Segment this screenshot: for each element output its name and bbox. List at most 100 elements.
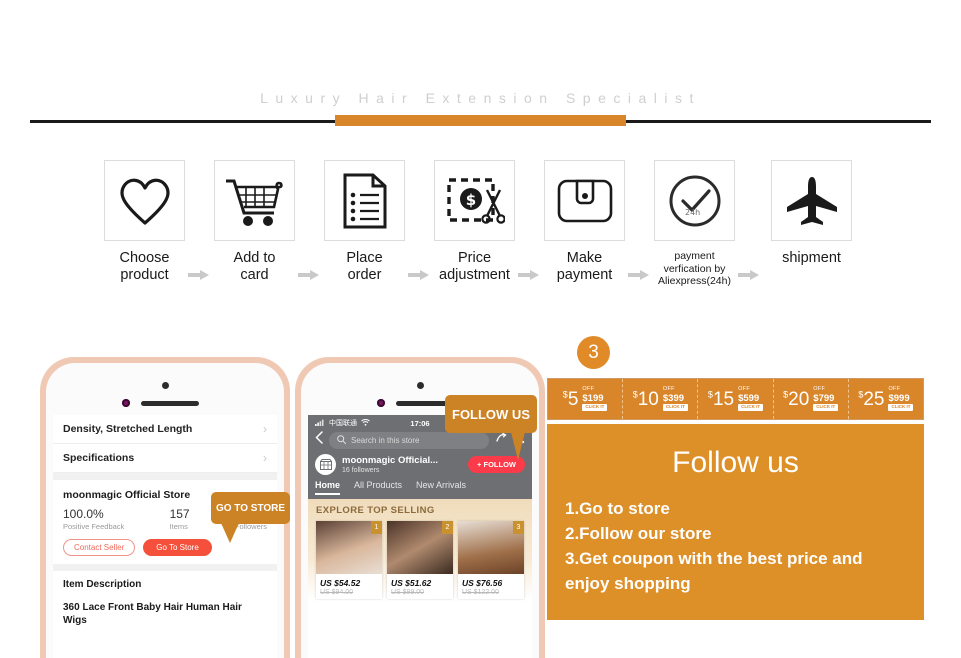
back-icon[interactable] [315, 431, 323, 449]
step-label: Place order [346, 250, 383, 283]
product-image: 3 [458, 521, 524, 574]
step-price-adjustment: $ Price adjustment [432, 160, 517, 284]
product-original-price: US $89.00 [391, 589, 425, 596]
store-text: moonmagic Official... 16 followers [342, 455, 438, 474]
step-choose-product: Choose product [102, 160, 187, 284]
item-description: Item Description 360 Lace Front Baby Hai… [53, 571, 277, 627]
step-label: Price adjustment [439, 250, 510, 283]
rank-badge: 3 [513, 521, 524, 534]
top-selling-section: EXPLORE TOP SELLING 1 US $54.52 US $94.0… [308, 499, 532, 599]
coupon-off-label: OFF [888, 386, 901, 393]
coupon-item[interactable]: $5 OFF $199 CLICK IT [548, 379, 624, 419]
coupon-min-spend: $599 [738, 392, 760, 404]
coupon-item[interactable]: $20 OFF $799 CLICK IT [774, 379, 849, 419]
coupon-amount: $25 [858, 388, 885, 410]
follow-step: 2.Follow our store [565, 524, 712, 543]
coupon-amount: $20 [783, 388, 810, 410]
follow-us-steps: 1.Go to store 2.Follow our store 3.Get c… [547, 496, 924, 596]
coupon-amount: $15 [707, 388, 735, 410]
coupon-cta[interactable]: CLICK IT [738, 404, 764, 411]
coupon-off-label: OFF [662, 386, 675, 393]
arrow-icon [518, 270, 540, 280]
step-badge-3: 3 [577, 336, 610, 369]
product-card[interactable]: 3 US $76.56 US $122.00 [458, 521, 524, 599]
coupon-cta[interactable]: CLICK IT [813, 404, 839, 411]
step-label: Choose product [119, 250, 170, 283]
product-card[interactable]: 1 US $54.52 US $94.00 [316, 521, 382, 599]
phone1-screen: Density, Stretched Length › Specificatio… [53, 415, 277, 658]
list-item[interactable]: Specifications › [53, 444, 277, 473]
coupon-off-label: OFF [738, 386, 750, 393]
store-avatar [315, 454, 336, 475]
order-steps: Choose product Add to card Place order $… [0, 160, 961, 300]
follow-step: enjoy shopping [565, 574, 691, 593]
coupon-min-spend: $199 [582, 392, 604, 404]
step-label: shipment [782, 250, 841, 266]
document-icon [324, 160, 405, 241]
chevron-right-icon: › [263, 422, 267, 436]
store-tabs: Home All Products New Arrivals [308, 480, 532, 499]
follow-step: 1.Go to store [565, 499, 670, 518]
section-divider [53, 564, 277, 571]
step-label: Make payment [556, 250, 613, 283]
coupon-item[interactable]: $10 OFF $399 CLICK IT [623, 379, 699, 419]
arrow-icon [188, 270, 210, 280]
coupon-off-label: OFF [813, 386, 826, 393]
tab-home[interactable]: Home [315, 480, 341, 495]
go-to-store-tooltip: GO TO STORE [211, 492, 290, 543]
contact-seller-button[interactable]: Contact Seller [63, 539, 136, 556]
page-subtitle: Luxury Hair Extension Specialist [260, 90, 701, 106]
tab-new-arrivals[interactable]: New Arrivals [416, 480, 466, 495]
step-place-order: Place order [322, 160, 407, 284]
tab-all-products[interactable]: All Products [354, 480, 402, 495]
arrow-icon [738, 270, 760, 280]
share-icon[interactable] [495, 431, 507, 449]
price-cut-icon: $ [434, 160, 515, 241]
coupon-item[interactable]: $15 OFF $599 CLICK IT [698, 379, 774, 419]
tooltip-tail [221, 523, 239, 543]
product-price: US $76.56 [462, 578, 503, 588]
step-label: payment verfication by Aliexpress(24h) [658, 250, 731, 287]
coupon-cta[interactable]: CLICK IT [888, 404, 914, 411]
coupon-cta[interactable]: CLICK IT [582, 404, 608, 411]
coupon-min-spend: $999 [888, 392, 910, 404]
coupon-bar: $5 OFF $199 CLICK IT $10 OFF $399 CLICK … [547, 378, 924, 420]
phone-sensor-icon [122, 399, 130, 407]
follow-us-tooltip: FOLLOW US [445, 395, 537, 460]
phone-camera-icon [162, 382, 169, 389]
airplane-icon [771, 160, 852, 241]
go-to-store-button[interactable]: Go To Store [143, 539, 212, 556]
product-price: US $51.62 [391, 578, 432, 588]
page-title: HOW TO ORDER [235, 33, 726, 93]
search-input[interactable]: Search in this store [329, 431, 489, 449]
step-payment-verification: 24h payment verfication by Aliexpress(24h) [652, 160, 737, 288]
phone2-screen: 中国联通 17:06 Search in this store moonmagi… [308, 415, 532, 658]
wallet-icon [544, 160, 625, 241]
stat-items: 157 Items [169, 507, 190, 531]
coupon-details: OFF $199 CLICK IT [582, 386, 608, 411]
row-label: Density, Stretched Length [63, 423, 193, 435]
store-name: moonmagic Official... [342, 455, 439, 466]
coupon-off-label: OFF [582, 386, 595, 393]
cart-icon [214, 160, 295, 241]
product-price: US $54.52 [320, 578, 361, 588]
product-image: 2 [387, 521, 453, 574]
product-original-price: US $122.00 [462, 589, 499, 596]
phone-speaker [141, 401, 199, 406]
coupon-details: OFF $799 CLICK IT [813, 386, 839, 411]
step-add-to-card: Add to card [212, 160, 297, 284]
divider-accent-bar [335, 115, 626, 126]
coupon-item[interactable]: $25 OFF $999 CLICK IT [849, 379, 923, 419]
item-description-heading: Item Description [63, 579, 142, 590]
product-card[interactable]: 2 US $51.62 US $89.00 [387, 521, 453, 599]
coupon-cta[interactable]: CLICK IT [662, 404, 688, 411]
coupon-details: OFF $399 CLICK IT [662, 386, 688, 411]
step-shipment: shipment [769, 160, 854, 267]
coupon-amount: $5 [562, 388, 579, 410]
list-item[interactable]: Density, Stretched Length › [53, 415, 277, 444]
row-label: Specifications [63, 452, 135, 464]
follow-step: 3.Get coupon with the best price and [565, 549, 863, 568]
product-original-price: US $94.00 [320, 589, 354, 596]
store-followers: 16 followers [342, 467, 380, 474]
phone-mockup-product-page: Density, Stretched Length › Specificatio… [40, 357, 290, 658]
